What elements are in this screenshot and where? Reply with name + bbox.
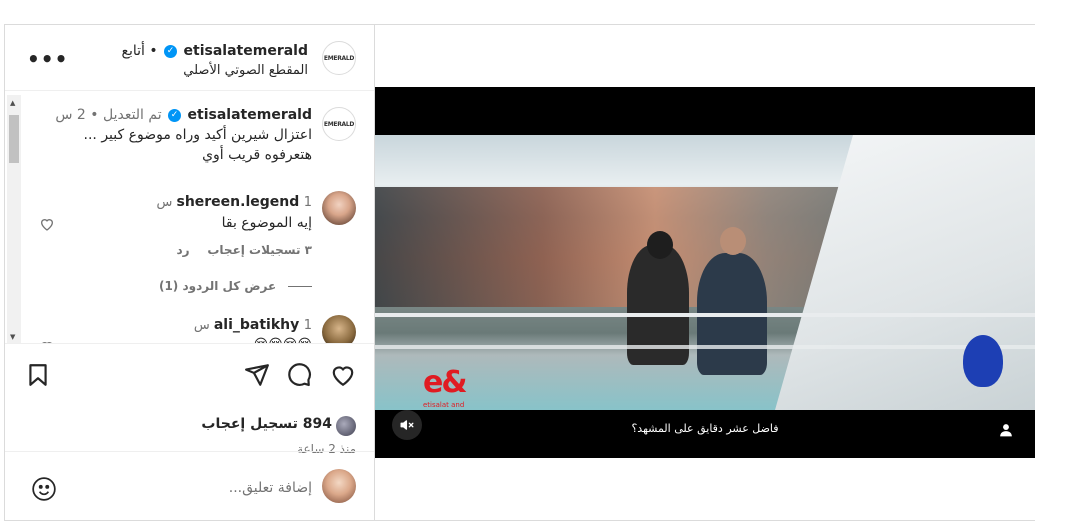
speaker-muted-icon (400, 420, 414, 430)
header-separator: • (149, 43, 158, 59)
comments-scrollbar[interactable]: ▲ ▼ (7, 95, 21, 343)
post-dialog: e& etisalat and فاضل عشر دقايق على المشه… (4, 24, 1035, 521)
comment-header: ali_batikhy 1 س (194, 315, 312, 336)
likes-summary[interactable]: 894 تسجيل إعجاب (201, 416, 332, 432)
post-actions: 894 تسجيل إعجاب منذ 2 ساعة (5, 343, 374, 456)
comment-avatar[interactable] (322, 191, 356, 225)
post-sidebar: EMERALD etisalatemerald ✓ • أتابع المقطع… (5, 25, 375, 520)
deck-rail (375, 313, 1035, 317)
likes-label: تسجيل إعجاب (201, 416, 298, 432)
scroll-down-icon[interactable]: ▼ (10, 333, 15, 341)
comment-like-heart-icon[interactable] (39, 216, 55, 232)
verified-badge-icon: ✓ (164, 44, 178, 58)
view-replies-row[interactable]: عرض كل الردود (1) (159, 279, 312, 293)
comment-bubble-icon[interactable] (286, 362, 312, 388)
follow-button[interactable]: أتابع (122, 43, 145, 59)
replies-divider (288, 286, 312, 287)
caption-username[interactable]: etisalatemerald (188, 107, 312, 123)
verified-badge-icon: ✓ (168, 108, 182, 122)
user-tag-icon[interactable] (999, 423, 1013, 437)
likes-avatar (336, 416, 356, 436)
scroll-up-icon[interactable]: ▲ (10, 99, 15, 107)
video-frame: e& etisalat and (375, 135, 1035, 410)
comments-list: ▲ ▼ EMERALD etisalatemerald ✓ تم التعديل… (5, 91, 374, 343)
add-comment-bar (5, 451, 374, 520)
more-options-icon[interactable]: ••• (27, 47, 68, 71)
brand-logo: e& (423, 365, 467, 400)
caption-separator: • (90, 107, 99, 123)
likes-count: 894 (302, 416, 332, 432)
share-send-icon[interactable] (244, 362, 270, 388)
post-header: EMERALD etisalatemerald ✓ • أتابع المقطع… (5, 25, 374, 91)
caption-header: etisalatemerald ✓ تم التعديل • 2 س (55, 105, 312, 125)
person-on-phone-head (720, 227, 746, 255)
comment-text: 😢😢😢😢 (254, 335, 312, 343)
post-media: e& etisalat and فاضل عشر دقايق على المشه… (375, 25, 1035, 520)
scrollbar-thumb[interactable] (9, 115, 19, 163)
comment-text: إيه الموضوع بقا (221, 215, 312, 231)
caption-time: 2 س (55, 107, 86, 123)
emoji-smiley-icon[interactable] (31, 476, 57, 502)
comment-username[interactable]: ali_batikhy (214, 317, 299, 333)
author-avatar[interactable]: EMERALD (322, 41, 356, 75)
video-player[interactable]: e& etisalat and فاضل عشر دقايق على المشه… (375, 87, 1035, 458)
person-silhouette-head (647, 231, 673, 259)
like-heart-icon[interactable] (330, 362, 356, 388)
comment-likes-count[interactable]: ٣ تسجيلات إعجاب (207, 243, 312, 257)
caption-line-2: هتعرفوه قريب أوي (202, 147, 312, 163)
comment-avatar[interactable] (322, 315, 356, 343)
deck-rail-lower (375, 345, 1035, 349)
video-subtitle: فاضل عشر دقايق على المشهد؟ (631, 422, 779, 435)
comment-username[interactable]: shereen.legend (176, 194, 299, 210)
mute-button[interactable] (392, 410, 422, 440)
reply-button[interactable]: رد (176, 243, 189, 257)
caption-line-1: اعتزال شيرين أكيد وراه موضوع كبير ... (83, 127, 312, 143)
current-user-avatar (322, 469, 356, 503)
add-comment-input[interactable] (92, 476, 312, 500)
comment-meta: ٣ تسجيلات إعجاب رد (176, 243, 312, 257)
comment-header: shereen.legend 1 س (156, 192, 312, 213)
view-replies-button[interactable]: عرض كل الردود (1) (159, 279, 276, 293)
caption-edited: تم التعديل (102, 107, 162, 123)
author-username[interactable]: etisalatemerald (184, 43, 308, 59)
save-bookmark-icon[interactable] (25, 362, 51, 388)
brand-logo-sub: etisalat and (423, 401, 465, 409)
caption-avatar[interactable]: EMERALD (322, 107, 356, 141)
header-title-line: etisalatemerald ✓ • أتابع (122, 43, 309, 59)
original-audio-link[interactable]: المقطع الصوتي الأصلي (183, 63, 308, 78)
boat-fender (963, 335, 1003, 387)
